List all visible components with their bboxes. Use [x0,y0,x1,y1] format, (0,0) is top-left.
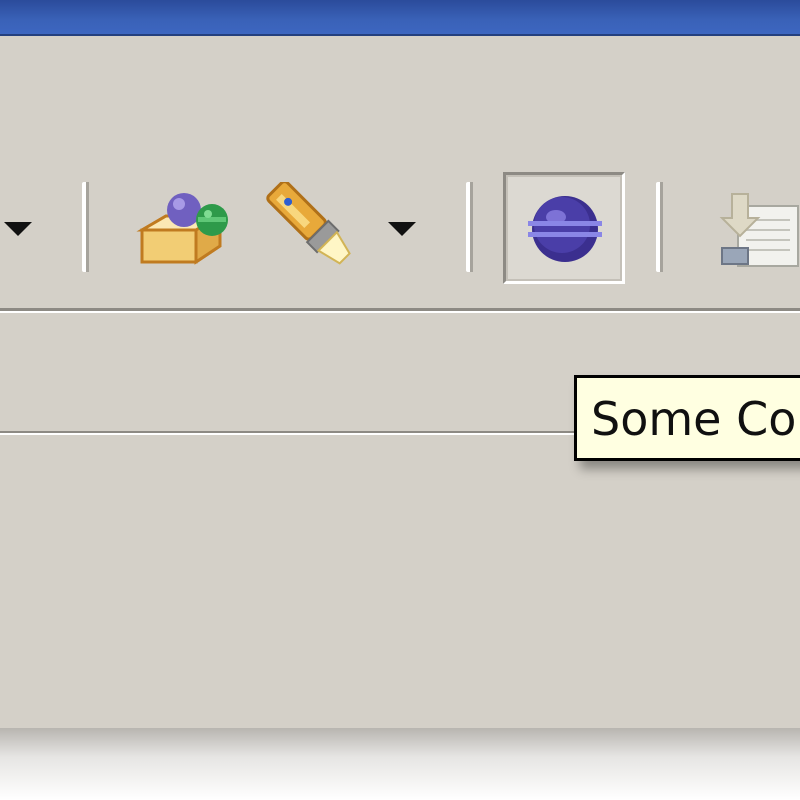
eclipse-perspective-button[interactable] [503,172,625,284]
highlighter-icon [266,182,351,265]
toolbar-separator [466,182,476,272]
title-bar[interactable] [0,0,800,36]
dropdown-arrow-icon[interactable] [388,222,416,236]
toolbar-separator [82,182,92,272]
highlighter-button[interactable] [252,172,374,284]
import-icon [719,193,799,267]
tooltip-text: Some Co [591,392,797,446]
tooltip: Some Co [574,375,800,461]
main-toolbar [0,36,800,308]
application-window: Some Co [0,0,800,800]
eclipse-perspective-icon [528,196,602,262]
dropdown-arrow-icon[interactable] [4,222,32,236]
new-package-button[interactable] [128,172,250,284]
toolbar-separator [656,182,666,272]
new-package-icon [136,193,228,265]
import-button[interactable] [708,172,800,284]
window-bottom-shadow [0,728,800,800]
